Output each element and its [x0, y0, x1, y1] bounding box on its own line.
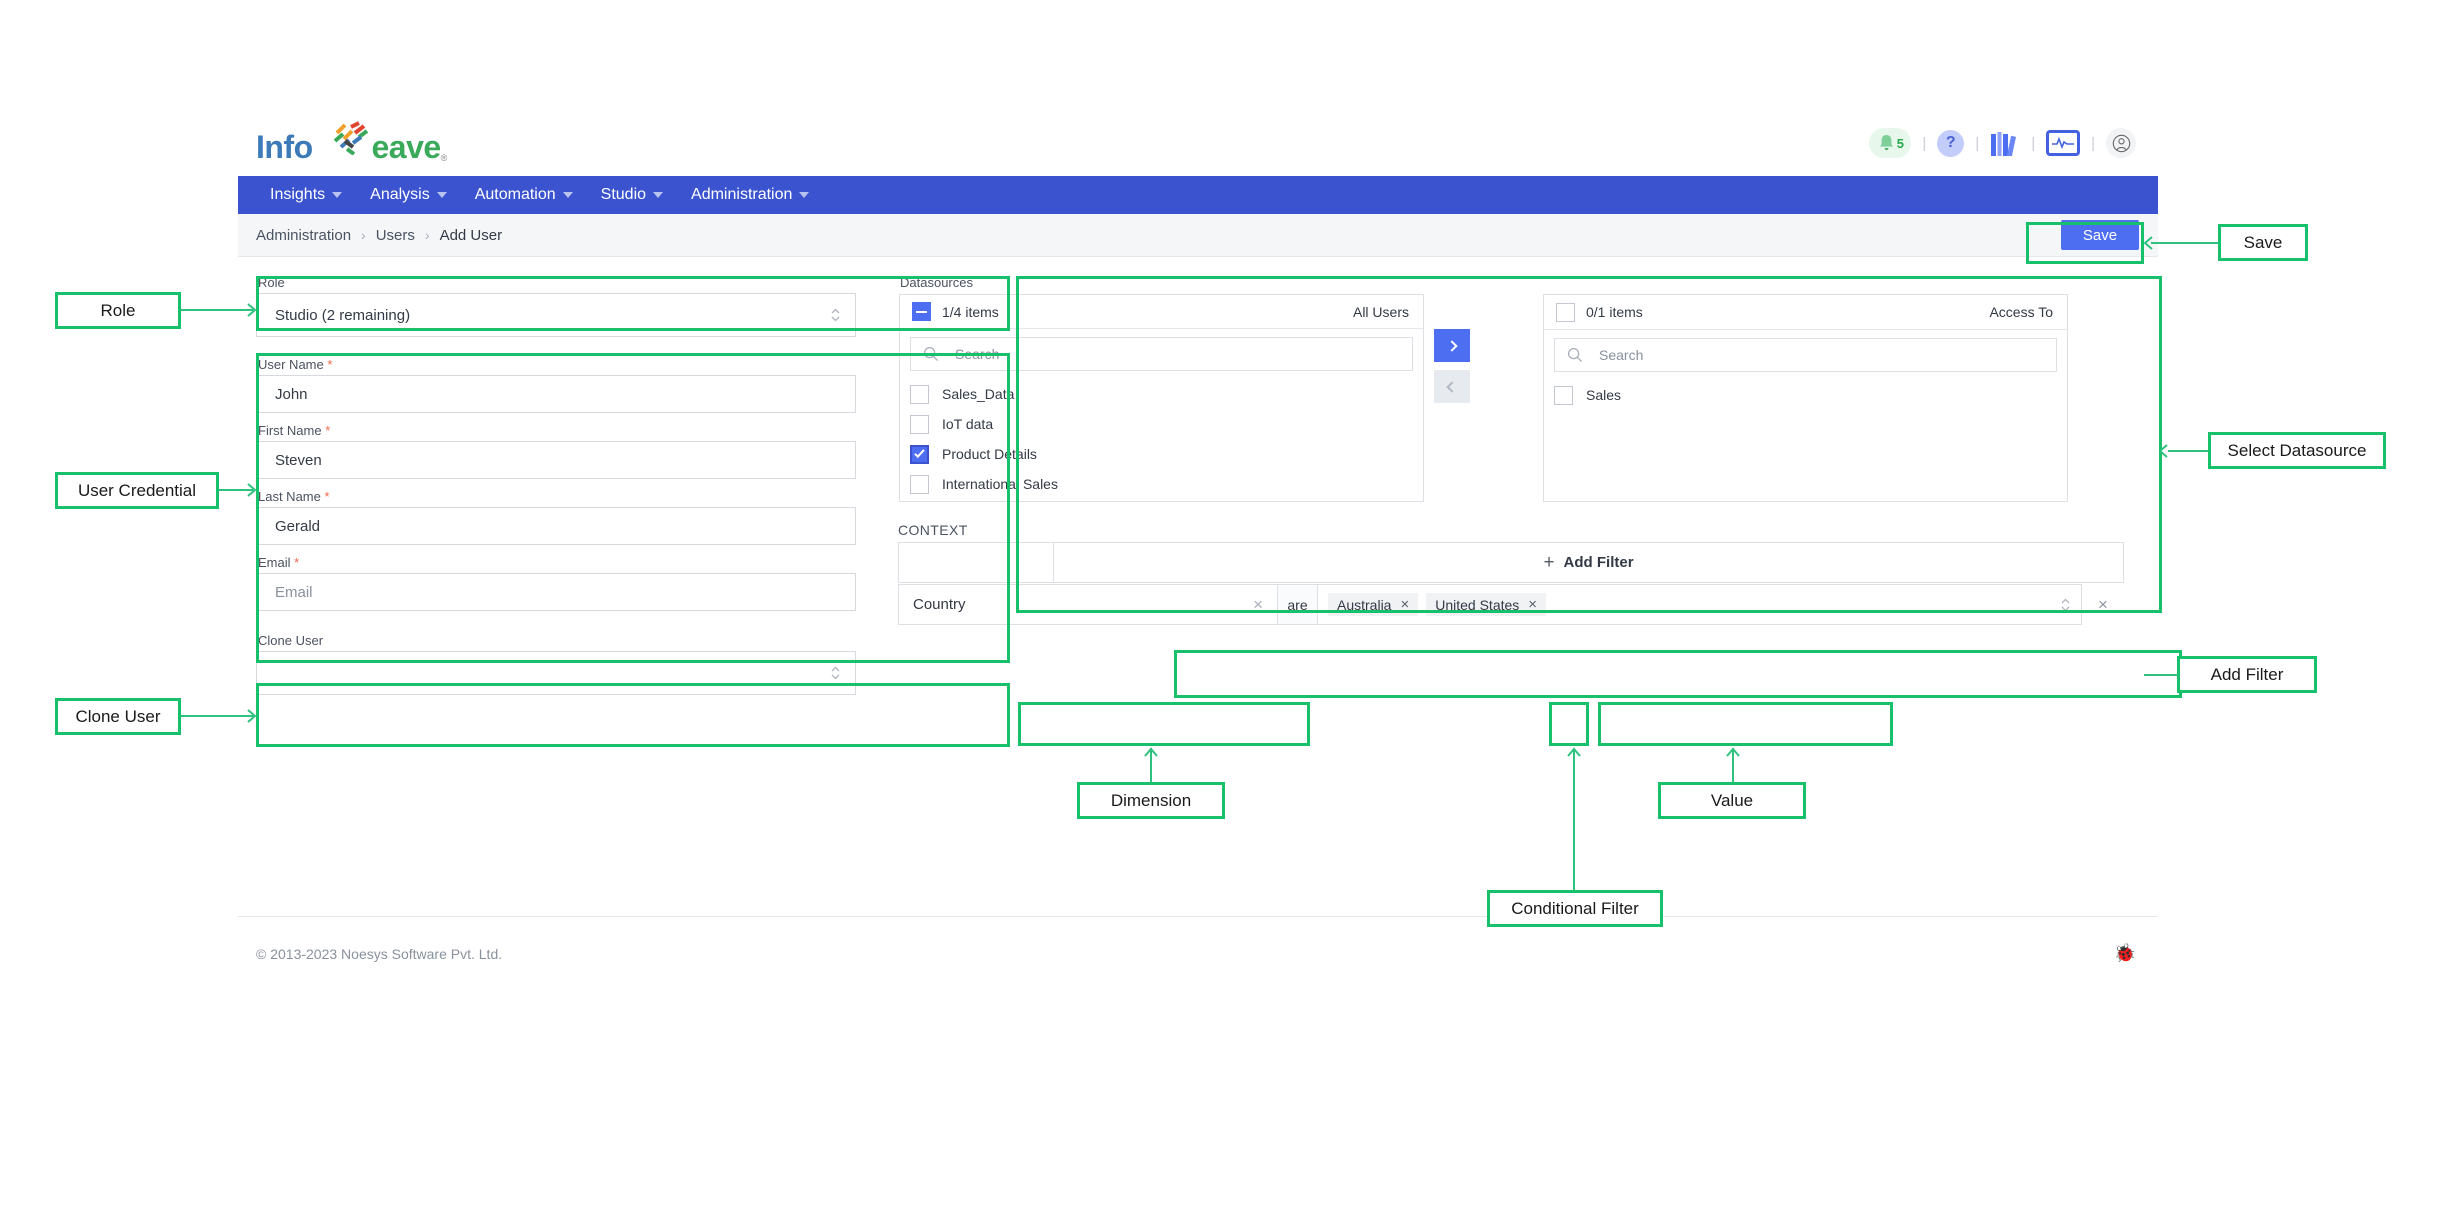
annotation-leader-line — [2151, 242, 2218, 244]
annotation-arrowhead — [247, 483, 257, 497]
annotation-leader-line — [1573, 748, 1575, 890]
annotation-leader-line — [181, 715, 253, 717]
annotation-arrowhead — [2143, 236, 2153, 250]
highlight-value — [1598, 702, 1893, 746]
annotation-value: Value — [1658, 782, 1806, 819]
annotation-overlay: Role User Credential Clone User Save Sel… — [0, 0, 2446, 1231]
highlight-user-credential — [256, 353, 1010, 663]
annotation-conditional-filter: Conditional Filter — [1487, 890, 1663, 927]
highlight-role — [256, 276, 1010, 331]
annotation-add-filter: Add Filter — [2177, 656, 2317, 693]
annotation-arrowhead — [1144, 747, 1158, 757]
highlight-select-datasource — [1016, 276, 2162, 613]
annotation-select-datasource: Select Datasource — [2208, 432, 2386, 469]
highlight-dimension — [1018, 702, 1310, 746]
annotation-user-credential: User Credential — [55, 472, 219, 509]
screen-root: InfoWWeave ® — [0, 0, 2446, 1231]
annotation-clone-user: Clone User — [55, 698, 181, 735]
annotation-role: Role — [55, 292, 181, 329]
annotation-arrowhead — [247, 709, 257, 723]
annotation-leader-line — [2144, 674, 2178, 676]
highlight-add-filter — [1174, 650, 2182, 698]
highlight-clone-user — [256, 683, 1010, 747]
highlight-save — [2026, 222, 2144, 264]
annotation-leader-line — [2168, 450, 2208, 452]
annotation-arrowhead — [1726, 747, 1740, 757]
annotation-arrowhead — [2158, 444, 2168, 458]
annotation-leader-line — [181, 309, 253, 311]
annotation-dimension: Dimension — [1077, 782, 1225, 819]
highlight-conditional-filter — [1549, 702, 1589, 746]
annotation-save: Save — [2218, 224, 2308, 261]
annotation-arrowhead — [1567, 747, 1581, 757]
annotation-arrowhead — [247, 303, 257, 317]
